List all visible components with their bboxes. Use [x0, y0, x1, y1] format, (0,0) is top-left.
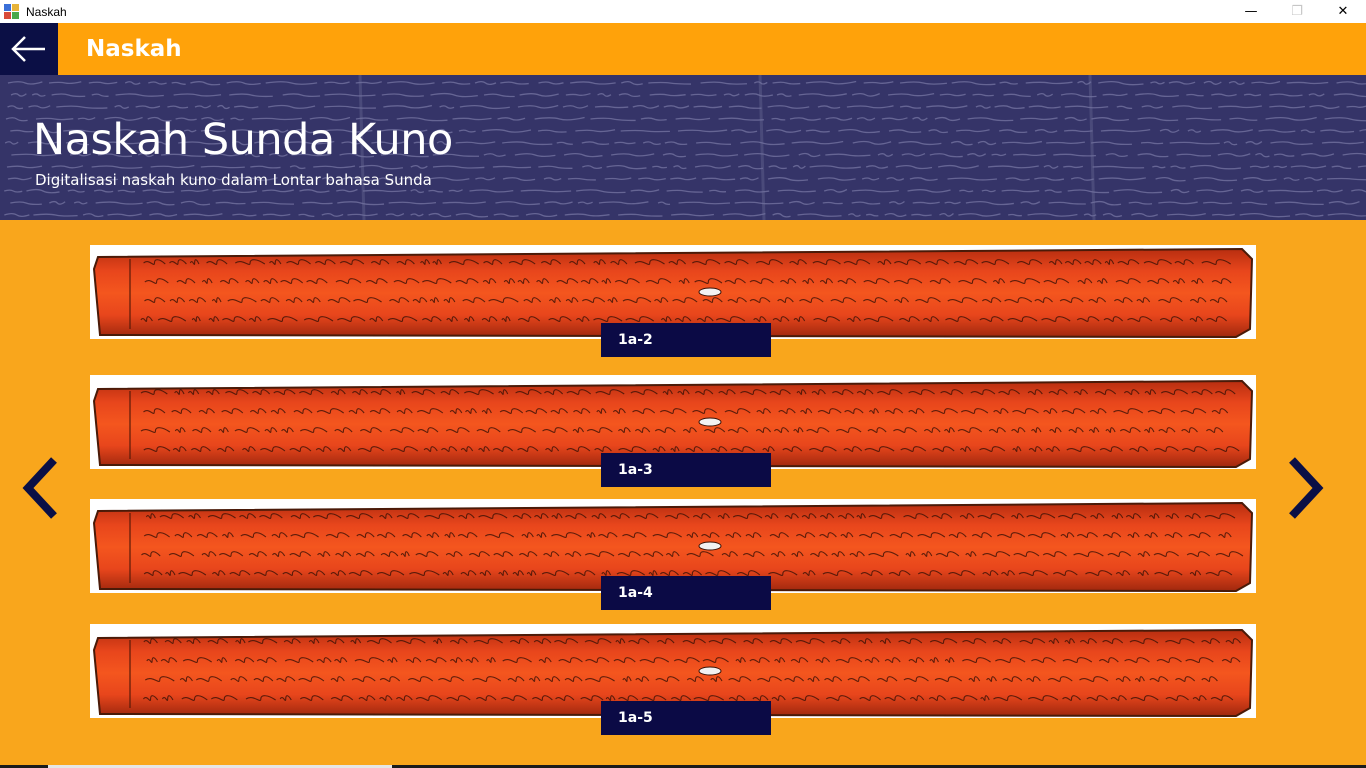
close-button[interactable]: ✕: [1320, 0, 1366, 23]
previous-page-button[interactable]: [18, 455, 62, 521]
app-header: Naskah: [0, 23, 1366, 75]
chevron-right-icon: [1289, 457, 1324, 519]
hero-banner: Naskah Sunda Kuno Digitalisasi naskah ku…: [0, 75, 1366, 220]
next-page-button[interactable]: [1284, 455, 1328, 521]
window-titlebar: Naskah — ❐ ✕: [0, 0, 1366, 23]
arrow-left-icon: [11, 36, 45, 62]
window-title: Naskah: [26, 4, 67, 19]
banner-title: Naskah Sunda Kuno: [33, 115, 453, 165]
app-icon: [4, 3, 20, 20]
header-title: Naskah: [86, 36, 182, 62]
manuscript-label[interactable]: 1a-2: [601, 323, 771, 357]
manuscript-label[interactable]: 1a-3: [601, 453, 771, 487]
banner-subtitle: Digitalisasi naskah kuno dalam Lontar ba…: [35, 171, 432, 189]
back-button[interactable]: [0, 23, 58, 75]
manuscript-label[interactable]: 1a-5: [601, 701, 771, 735]
manuscript-label[interactable]: 1a-4: [601, 576, 771, 610]
chevron-left-icon: [22, 457, 57, 519]
window-controls: — ❐ ✕: [1228, 0, 1366, 23]
restore-button[interactable]: ❐: [1274, 0, 1320, 23]
minimize-button[interactable]: —: [1228, 0, 1274, 23]
